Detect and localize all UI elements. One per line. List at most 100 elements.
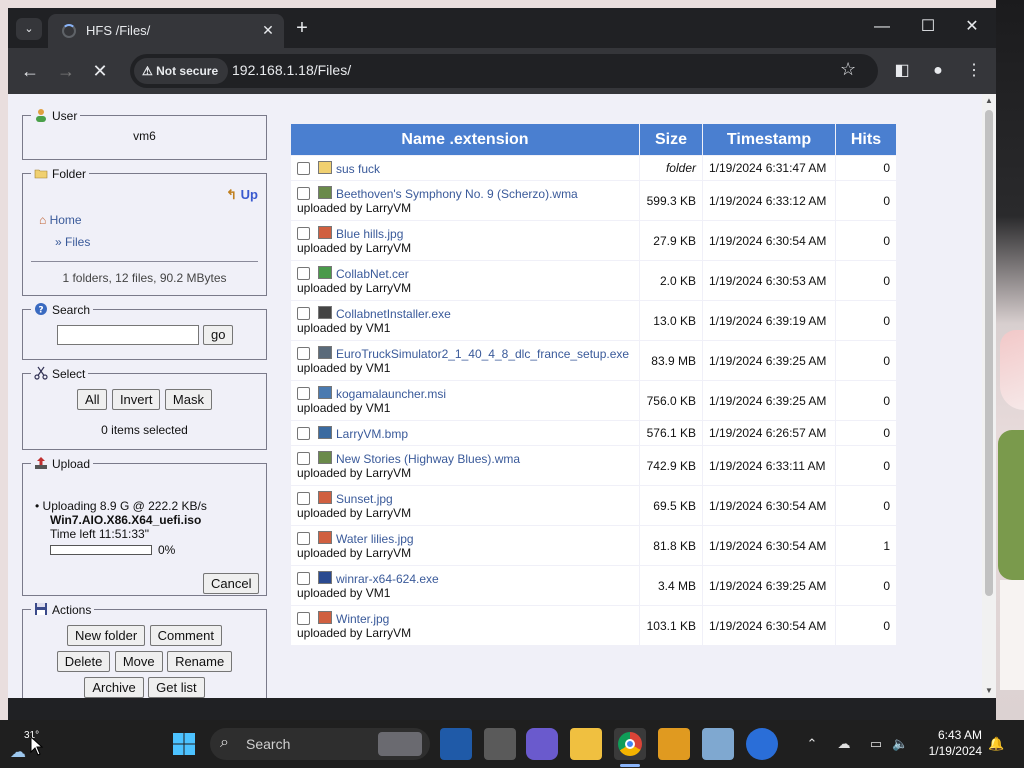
row-checkbox[interactable] [297,492,310,505]
row-checkbox[interactable] [297,161,310,175]
tab-close-icon[interactable]: ✕ [258,20,278,40]
active-tab[interactable]: HFS /Files/ ✕ [48,14,284,48]
row-checkbox[interactable] [297,227,310,240]
search-input[interactable] [57,325,199,345]
archive-button[interactable]: Archive [84,677,144,698]
select-all-button[interactable]: All [77,389,108,410]
hits-column-header[interactable]: Hits [836,124,896,155]
row-checkbox[interactable] [297,267,310,280]
tray-onedrive-icon[interactable]: ☁ [836,736,852,752]
taskbar-task-view-icon[interactable] [484,728,516,760]
comment-button[interactable]: Comment [149,625,222,646]
file-hits-cell: 0 [836,566,896,605]
file-link[interactable]: CollabNet.cer [336,267,409,281]
row-checkbox[interactable] [297,612,310,625]
delete-button[interactable]: Delete [56,651,111,672]
file-size-cell: 599.3 KB [640,181,702,220]
table-row[interactable]: Blue hills.jpg uploaded by LarryVM 27.9 KB… [291,221,896,260]
taskbar-edge-icon[interactable] [746,728,778,760]
file-link[interactable]: EuroTruckSimulator2_1_40_4_8_dlc_france_… [336,347,629,361]
site-security-chip[interactable]: ⚠ Not secure [134,58,229,84]
file-link[interactable]: kogamalauncher.msi [336,387,446,401]
table-row[interactable]: LarryVM.bmp 576.1 KB 1/19/2024 6:26:57 AM 0 [291,421,896,445]
file-link[interactable]: CollabnetInstaller.exe [336,307,451,321]
address-bar[interactable]: ⚠ Not secure 192.168.1.18/Files/ ☆ [130,54,878,88]
home-link[interactable]: ⌂ Home [39,213,82,227]
file-link[interactable]: LarryVM.bmp [336,427,408,441]
side-panel-icon[interactable]: ◧ [890,59,914,83]
file-link[interactable]: Water lilies.jpg [336,532,414,546]
minimize-icon[interactable]: — [860,12,904,42]
file-link[interactable]: Blue hills.jpg [336,227,403,241]
rename-button[interactable]: Rename [167,651,233,672]
bookmark-star-icon[interactable]: ☆ [840,59,856,80]
taskbar-photos-icon[interactable] [702,728,734,760]
scrollbar-thumb[interactable] [985,110,993,596]
name-column-header[interactable]: Name .extension [291,124,639,155]
tray-network-icon[interactable]: ▭ [868,736,884,752]
notification-bell-icon[interactable]: 🔔 [988,736,1004,752]
file-link[interactable]: New Stories (Highway Blues).wma [336,452,520,466]
get-list-button[interactable]: Get list [148,677,205,698]
row-checkbox[interactable] [297,187,310,200]
forward-arrow-icon[interactable]: → [54,59,78,83]
url-text[interactable]: 192.168.1.18/Files/ [232,62,351,78]
file-link[interactable]: Sunset.jpg [336,492,393,506]
warning-triangle-icon: ⚠ [142,64,153,78]
row-checkbox[interactable] [297,307,310,320]
table-row[interactable]: CollabnetInstaller.exe uploaded by VM1 13.… [291,301,896,340]
table-row[interactable]: Beethoven's Symphony No. 9 (Scherzo).wma… [291,181,896,220]
taskbar-search-box[interactable]: ⌕ Search [210,728,430,760]
table-row[interactable]: Water lilies.jpg uploaded by LarryVM 81.8 … [291,526,896,565]
row-checkbox[interactable] [297,347,310,360]
taskbar-clock[interactable]: 6:43 AM 1/19/2024 [920,728,982,758]
file-hits-cell: 0 [836,606,896,645]
tab-search-button[interactable]: ⌄ [16,18,42,40]
timestamp-column-header[interactable]: Timestamp [703,124,835,155]
file-link[interactable]: Winter.jpg [336,612,389,626]
page-scrollbar[interactable]: ▲ ▼ [982,94,996,698]
row-checkbox[interactable] [297,452,310,465]
table-row[interactable]: winrar-x64-624.exe uploaded by VM1 3.4 MB 1… [291,566,896,605]
taskbar-app-preview-icon[interactable] [440,728,472,760]
file-link[interactable]: Beethoven's Symphony No. 9 (Scherzo).wma [336,187,578,201]
table-row[interactable]: New Stories (Highway Blues).wma uploaded … [291,446,896,485]
table-row[interactable]: EuroTruckSimulator2_1_40_4_8_dlc_france_… [291,341,896,380]
table-row[interactable]: sus fuck folder 1/19/2024 6:31:47 AM 0 [291,156,896,180]
current-folder-link[interactable]: » Files [55,235,90,249]
table-row[interactable]: Sunset.jpg uploaded by LarryVM 69.5 KB 1/19… [291,486,896,525]
close-window-icon[interactable]: ✕ [950,12,994,42]
stop-loading-icon[interactable]: ✕ [88,59,112,83]
taskbar-chrome-icon[interactable] [614,728,646,760]
table-row[interactable]: Winter.jpg uploaded by LarryVM 103.1 KB 1/1… [291,606,896,645]
row-checkbox[interactable] [297,532,310,545]
profile-avatar-icon[interactable]: ● [926,59,950,83]
row-checkbox[interactable] [297,387,310,400]
kebab-menu-icon[interactable]: ⋮ [962,59,986,83]
size-column-header[interactable]: Size [640,124,702,155]
select-mask-button[interactable]: Mask [164,389,212,410]
taskbar-file-explorer-icon[interactable] [570,728,602,760]
taskbar-remote-desktop-icon[interactable] [658,728,690,760]
taskbar-teams-icon[interactable] [526,728,558,760]
back-arrow-icon[interactable]: ← [18,59,42,83]
scroll-up-arrow-icon[interactable]: ▲ [982,94,996,108]
start-windows-icon[interactable] [172,732,196,756]
select-invert-button[interactable]: Invert [111,389,161,410]
search-go-button[interactable]: go [203,325,234,345]
maximize-icon[interactable]: ☐ [906,12,950,42]
tray-volume-icon[interactable]: 🔈 [892,736,908,752]
move-button[interactable]: Move [114,651,163,672]
tray-overflow-chevron-icon[interactable]: ⌃ [804,736,820,752]
file-link[interactable]: sus fuck [336,162,380,176]
new-tab-plus-icon[interactable]: + [290,17,314,41]
up-link[interactable]: ↰ Up [226,187,258,203]
upload-cancel-button[interactable]: Cancel [203,573,260,594]
table-row[interactable]: kogamalauncher.msi uploaded by VM1 756.0 K… [291,381,896,420]
new-folder-button[interactable]: New folder [67,625,146,646]
row-checkbox[interactable] [297,426,310,440]
table-row[interactable]: CollabNet.cer uploaded by LarryVM 2.0 KB 1/… [291,261,896,300]
row-checkbox[interactable] [297,572,310,585]
scroll-down-arrow-icon[interactable]: ▼ [982,684,996,698]
file-link[interactable]: winrar-x64-624.exe [336,572,439,586]
